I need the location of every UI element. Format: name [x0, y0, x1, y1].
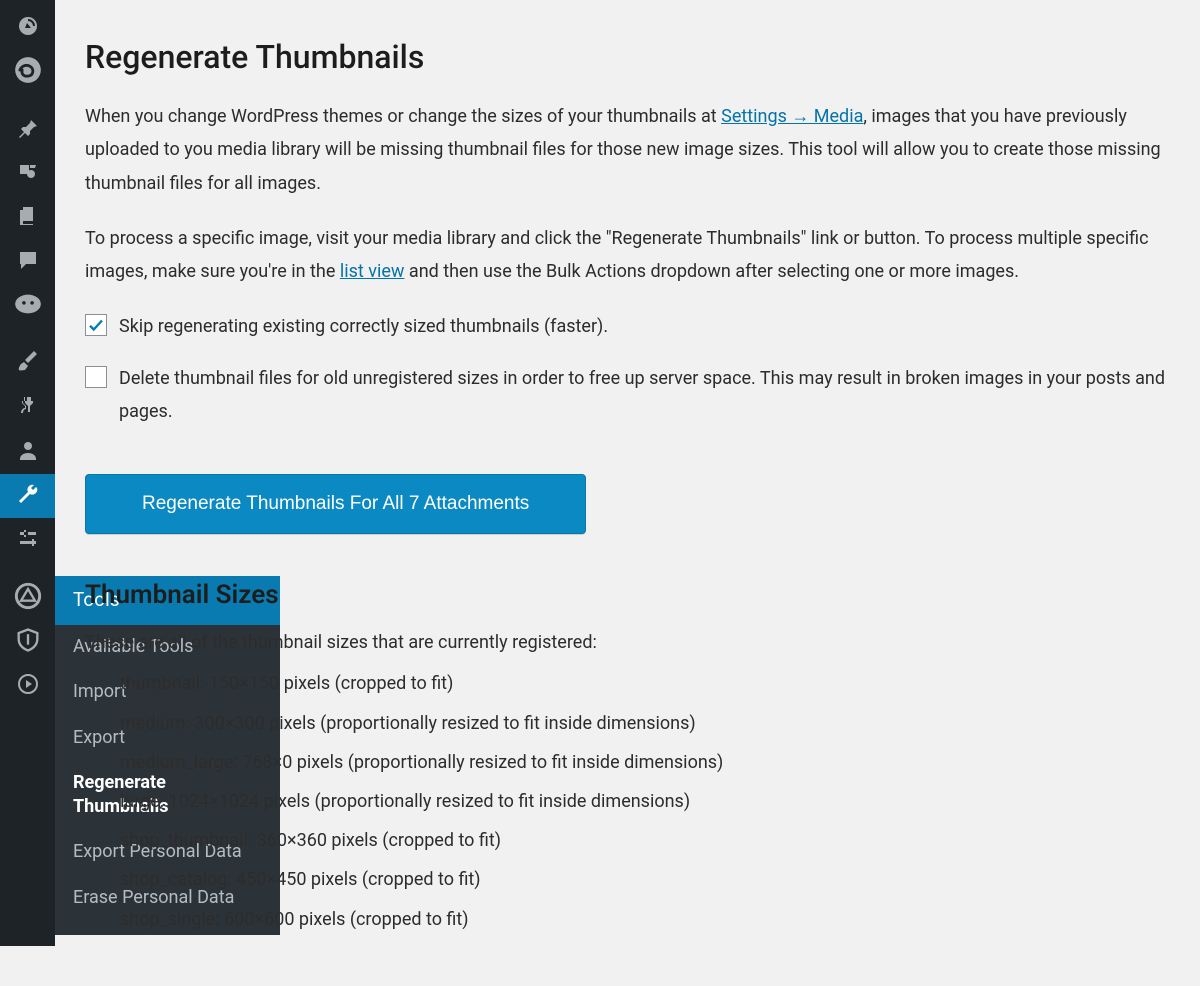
spiral-icon [14, 56, 42, 89]
settings-media-link[interactable]: Settings → Media [721, 106, 863, 127]
dashboard-icon [16, 14, 40, 43]
intro-paragraph-1: When you change WordPress themes or chan… [85, 100, 1170, 200]
size-item: large: 1024×1024 pixels (proportionally … [120, 789, 1170, 814]
option-skip-existing: Skip regenerating existing correctly siz… [85, 310, 1170, 343]
sidebar-item-comments[interactable] [0, 240, 55, 284]
size-item: thumbnail: 150×150 pixels (cropped to fi… [120, 671, 1170, 696]
check-icon [87, 316, 105, 334]
triangle-icon [14, 582, 42, 615]
intro-1a: When you change WordPress themes or chan… [85, 106, 721, 127]
pin-icon [16, 116, 40, 145]
skip-existing-label[interactable]: Skip regenerating existing correctly siz… [119, 310, 1170, 343]
sidebar-item-plugin-5[interactable] [0, 664, 55, 708]
page-title: Regenerate Thumbnails [85, 38, 1170, 76]
pages-icon [16, 204, 40, 233]
delete-old-label[interactable]: Delete thumbnail files for old unregiste… [119, 362, 1170, 429]
media-icon [16, 160, 40, 189]
thumbnail-sizes-intro: These are all of the thumbnail sizes tha… [85, 632, 1170, 653]
list-view-link[interactable]: list view [340, 261, 405, 282]
sidebar-item-appearance[interactable] [0, 342, 55, 386]
intro-paragraph-2: To process a specific image, visit your … [85, 222, 1170, 289]
skip-existing-checkbox[interactable] [85, 314, 107, 336]
thumbnail-sizes-heading: Thumbnail Sizes [85, 580, 1170, 610]
sidebar-item-users[interactable] [0, 430, 55, 474]
wrench-icon [16, 482, 40, 511]
delete-old-checkbox[interactable] [85, 366, 107, 388]
sidebar-item-media[interactable] [0, 152, 55, 196]
sidebar-item-plugin-4[interactable] [0, 620, 55, 664]
user-icon [16, 438, 40, 467]
size-item: shop_catalog: 450×450 pixels (cropped to… [120, 867, 1170, 892]
sidebar-item-dashboard[interactable] [0, 6, 55, 50]
sidebar-item-plugin-1[interactable] [0, 50, 55, 94]
plug-icon [16, 394, 40, 423]
sidebar-item-tools[interactable] [0, 474, 55, 518]
sidebar-item-settings[interactable] [0, 518, 55, 562]
intro-2b: and then use the Bulk Actions dropdown a… [404, 261, 1019, 282]
main-content: Regenerate Thumbnails When you change Wo… [55, 0, 1200, 986]
regenerate-all-button[interactable]: Regenerate Thumbnails For All 7 Attachme… [85, 474, 586, 534]
admin-sidebar [0, 0, 55, 946]
size-item: medium_large: 768×0 pixels (proportional… [120, 750, 1170, 775]
option-delete-old: Delete thumbnail files for old unregiste… [85, 362, 1170, 429]
comment-icon [16, 248, 40, 277]
brush-icon [16, 350, 40, 379]
play-icon [16, 672, 40, 701]
shield-icon [14, 626, 42, 659]
size-item: medium: 300×300 pixels (proportionally r… [120, 711, 1170, 736]
sidebar-item-plugin-2[interactable] [0, 284, 55, 328]
size-item: shop_single: 600×600 pixels (cropped to … [120, 907, 1170, 932]
sidebar-item-plugin-3[interactable] [0, 576, 55, 620]
sidebar-item-posts[interactable] [0, 108, 55, 152]
face-icon [14, 290, 42, 323]
thumbnail-sizes-list: thumbnail: 150×150 pixels (cropped to fi… [85, 671, 1170, 931]
sidebar-item-pages[interactable] [0, 196, 55, 240]
sidebar-item-plugins[interactable] [0, 386, 55, 430]
size-item: shop_thumbnail: 360×360 pixels (cropped … [120, 828, 1170, 853]
sliders-icon [16, 526, 40, 555]
